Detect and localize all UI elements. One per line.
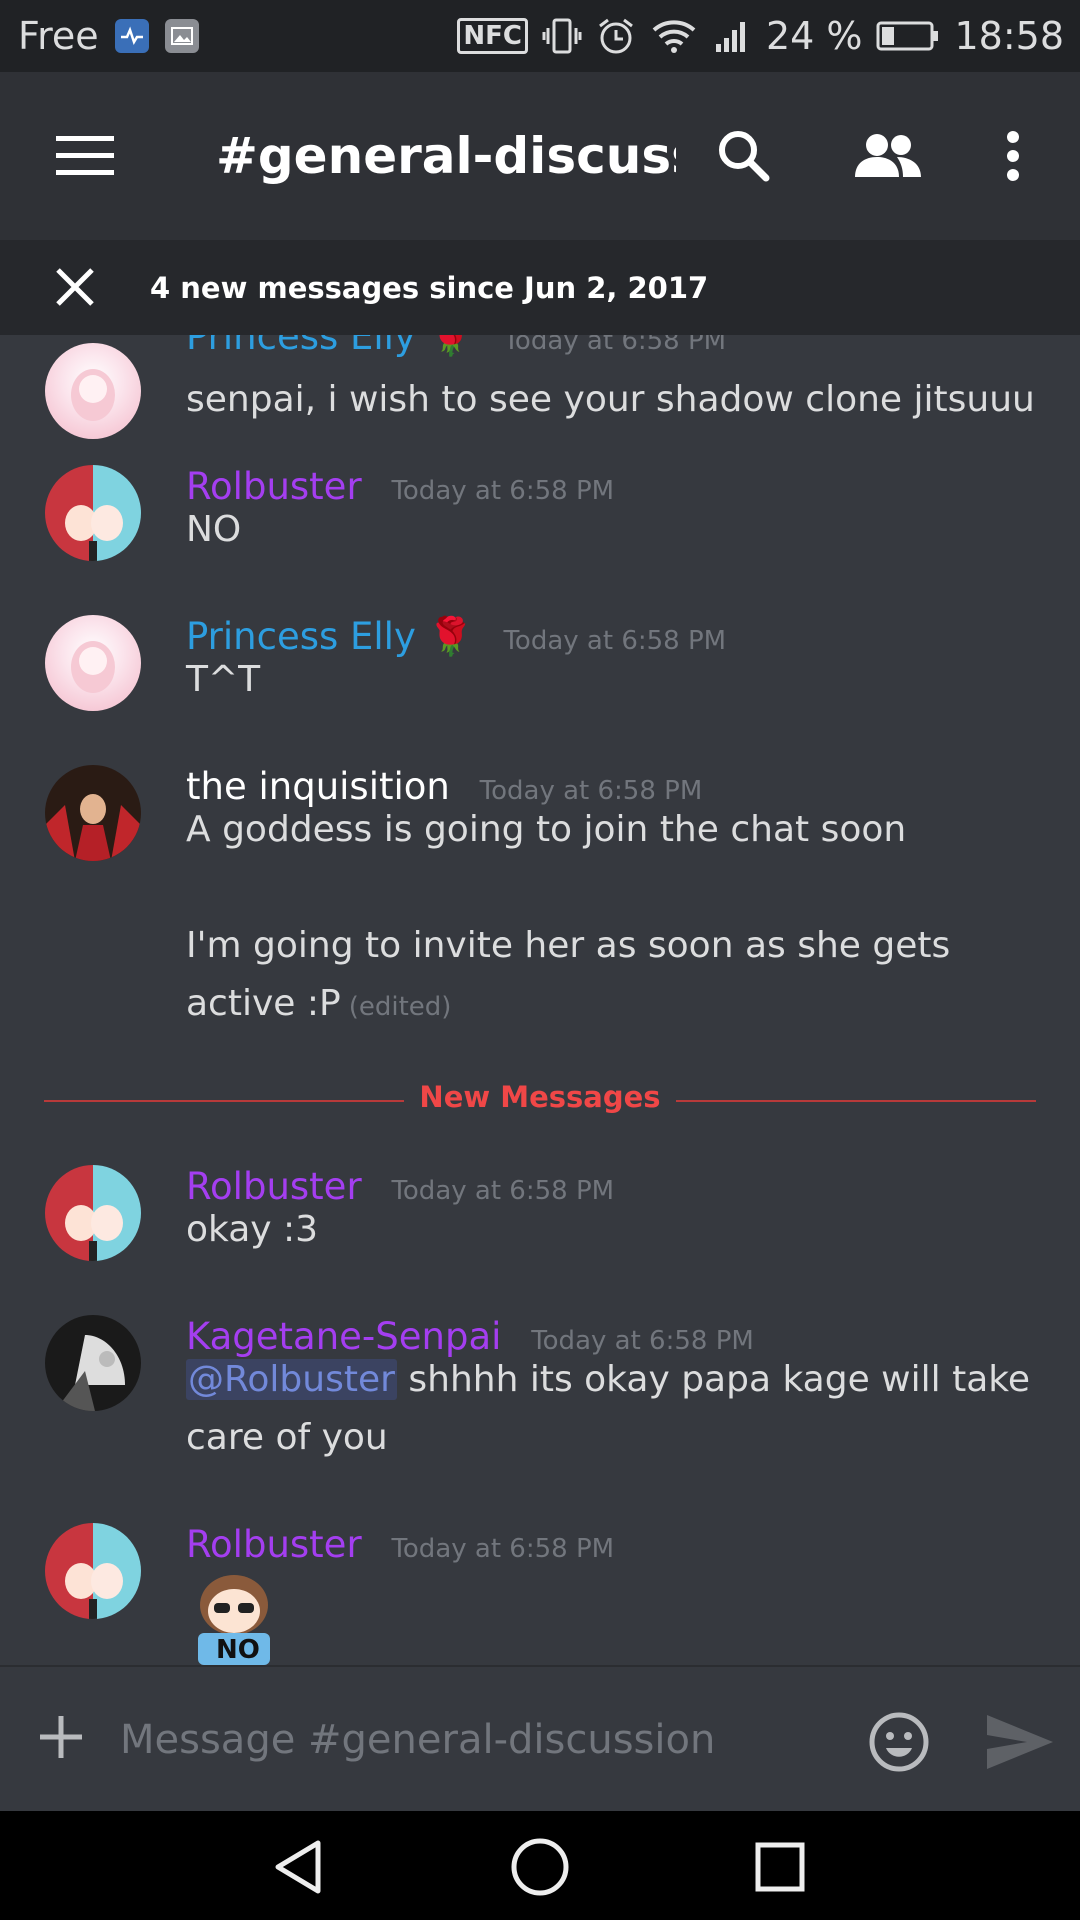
message-item: Rolbuster Today at 6:58 PM NO xyxy=(0,1523,1080,1665)
search-icon[interactable] xyxy=(714,72,774,240)
message-composer: Message #general-discussion xyxy=(0,1665,1080,1813)
avatar[interactable] xyxy=(45,1315,141,1411)
emoji-icon[interactable] xyxy=(868,1711,930,1773)
wifi-icon xyxy=(650,16,698,56)
battery-icon xyxy=(876,19,940,53)
message-item: Kagetane-Senpai Today at 6:58 PM @Rolbus… xyxy=(0,1315,1080,1495)
home-icon[interactable] xyxy=(508,1835,572,1899)
add-icon[interactable] xyxy=(38,1714,84,1760)
message-item: Rolbuster Today at 6:58 PM NO xyxy=(0,465,1080,585)
recents-icon[interactable] xyxy=(748,1835,812,1899)
message-item: Princess Elly 🌹 Today at 6:58 PM T^T xyxy=(0,615,1080,735)
avatar[interactable] xyxy=(45,765,141,861)
message-text: senpai, i wish to see your shadow clone … xyxy=(186,379,1035,420)
message-line: A goddess is going to join the chat soon xyxy=(186,809,907,850)
message-text: NO xyxy=(186,509,242,550)
system-nav-bar xyxy=(0,1811,1080,1920)
message-text: T^T xyxy=(186,659,261,700)
edited-label: (edited) xyxy=(348,992,452,1022)
avatar[interactable] xyxy=(45,1523,141,1619)
message-line: I'm going to invite her as soon as she g… xyxy=(186,925,951,966)
message-username[interactable]: Rolbuster xyxy=(186,1523,362,1566)
channel-title: #general-discussi… xyxy=(216,127,676,185)
send-icon[interactable] xyxy=(985,1711,1055,1773)
avatar[interactable] xyxy=(45,465,141,561)
members-icon[interactable] xyxy=(852,72,924,240)
message-text: okay :3 xyxy=(186,1209,319,1250)
battery-percent: 24 % xyxy=(765,14,863,58)
message-item: Rolbuster Today at 6:58 PM okay :3 xyxy=(0,1165,1080,1285)
back-icon[interactable] xyxy=(268,1835,332,1899)
message-text: A goddess is going to join the chat soon… xyxy=(186,801,1046,1036)
gallery-icon xyxy=(164,19,199,53)
avatar[interactable] xyxy=(45,615,141,711)
message-list[interactable]: Princess Elly 🌹 Today at 6:58 PM senpai,… xyxy=(0,335,1080,1665)
avatar[interactable] xyxy=(45,343,141,439)
message-text: @Rolbuster shhhh its okay papa kage will… xyxy=(186,1351,1046,1467)
signal-icon xyxy=(712,16,752,56)
message-username[interactable]: Princess Elly xyxy=(186,335,416,358)
message-line: care of you xyxy=(186,1417,388,1458)
new-messages-text: 4 new messages since Jun 2, 2017 xyxy=(150,270,709,305)
alarm-icon xyxy=(596,16,636,56)
nfc-icon: NFC xyxy=(457,18,528,54)
rose-emoji-icon: 🌹 xyxy=(427,335,474,358)
sticker-text: NO xyxy=(216,1635,260,1665)
divider-label: New Messages xyxy=(419,1080,661,1114)
close-icon[interactable] xyxy=(52,264,98,310)
message-timestamp: Today at 6:58 PM xyxy=(503,335,727,356)
health-icon xyxy=(114,19,149,53)
user-mention[interactable]: @Rolbuster xyxy=(186,1359,397,1400)
menu-icon[interactable] xyxy=(50,72,120,240)
message-line: active :P xyxy=(186,983,341,1024)
message-item: Princess Elly 🌹 Today at 6:58 PM senpai,… xyxy=(0,335,1080,455)
clock: 18:58 xyxy=(954,14,1064,58)
new-messages-bar[interactable]: 4 new messages since Jun 2, 2017 xyxy=(0,240,1080,335)
message-timestamp: Today at 6:58 PM xyxy=(391,1534,615,1564)
message-item: the inquisition Today at 6:58 PM A godde… xyxy=(0,765,1080,1045)
new-messages-divider: New Messages xyxy=(44,1070,1036,1130)
message-input[interactable]: Message #general-discussion xyxy=(120,1667,820,1813)
vibrate-icon xyxy=(542,16,582,56)
message-line: shhhh its okay papa kage will take xyxy=(396,1359,1030,1400)
sticker-image[interactable]: NO xyxy=(186,1565,282,1665)
carrier-label: Free xyxy=(18,14,99,58)
status-bar: Free NFC 24 % 18:58 xyxy=(0,0,1080,72)
overflow-menu-icon[interactable] xyxy=(998,72,1028,240)
app-bar: #general-discussi… xyxy=(0,72,1080,240)
avatar[interactable] xyxy=(45,1165,141,1261)
